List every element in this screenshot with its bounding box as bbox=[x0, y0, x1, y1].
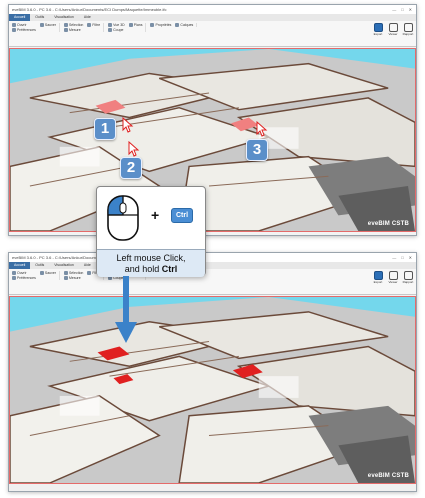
gear-icon bbox=[12, 276, 16, 280]
instruction-callout: + Ctrl Left mouse Click, and hold Ctrl bbox=[96, 186, 206, 277]
screenshot-after: eveBIM 3.6.0 - PC 3.6 - C:/Users/Ankur/D… bbox=[8, 252, 417, 492]
list-icon bbox=[150, 23, 155, 27]
export-button[interactable]: Export bbox=[373, 23, 383, 37]
tab-visualisation[interactable]: Visualisation bbox=[49, 262, 79, 269]
ribbon-item-measure[interactable]: Mesure bbox=[63, 276, 83, 280]
caption-line-2: and hold Ctrl bbox=[124, 264, 178, 274]
folder-icon bbox=[12, 271, 16, 275]
ribbon-big-buttons: Export Viewer Rapport bbox=[373, 271, 413, 285]
ruler-icon bbox=[63, 276, 68, 280]
ribbon-item-properties[interactable]: Propriétés bbox=[150, 23, 171, 27]
layers-icon bbox=[175, 23, 180, 27]
select-icon bbox=[63, 23, 68, 27]
monitor-icon bbox=[388, 271, 398, 280]
export-icon bbox=[373, 271, 383, 280]
ribbon-item-layers[interactable]: Calques bbox=[175, 23, 193, 27]
window-controls: — □ ✕ bbox=[392, 253, 416, 262]
report-icon bbox=[403, 271, 413, 280]
report-button[interactable]: Rapport bbox=[403, 271, 413, 285]
tab-outils[interactable]: Outils bbox=[30, 14, 49, 21]
select-icon bbox=[63, 271, 68, 275]
filter-icon bbox=[87, 23, 92, 27]
filter-icon bbox=[87, 271, 92, 275]
cursor-icon bbox=[122, 117, 134, 133]
mouse-icon bbox=[107, 195, 139, 241]
window-title: eveBIM 3.6.0 - PC 3.6 - C:/Users/Ankur/D… bbox=[12, 7, 167, 12]
tab-accueil[interactable]: Accueil bbox=[9, 14, 31, 21]
caption-line-1: Left mouse Click, bbox=[116, 253, 186, 263]
brand-logo: eveBIM CSTB bbox=[367, 221, 409, 227]
window-controls: — □ ✕ bbox=[392, 5, 416, 14]
tab-aide[interactable]: Aide bbox=[79, 262, 96, 269]
report-icon bbox=[403, 23, 413, 32]
section-icon bbox=[108, 28, 113, 32]
save-icon bbox=[39, 23, 44, 27]
maximize-button[interactable]: □ bbox=[401, 5, 403, 14]
minimize-button[interactable]: — bbox=[392, 253, 396, 262]
gear-icon bbox=[12, 28, 16, 32]
tab-aide[interactable]: Aide bbox=[79, 14, 96, 21]
3d-viewport[interactable]: eveBIM CSTB bbox=[9, 296, 416, 484]
ribbon-item-prefs[interactable]: Préférences bbox=[12, 276, 36, 280]
ribbon-item-section[interactable]: Coupe bbox=[108, 28, 125, 32]
viewer-button[interactable]: Viewer bbox=[388, 271, 398, 285]
ribbon: Ouvrir Sauver Préférences Sélection Filt… bbox=[9, 269, 416, 295]
ribbon-tabs: Accueil Outils Visualisation Aide bbox=[9, 14, 416, 21]
ribbon-group-file: Ouvrir Sauver Préférences bbox=[12, 271, 60, 280]
ribbon-item-filter[interactable]: Filtre bbox=[87, 23, 100, 27]
ribbon-item-save[interactable]: Sauver bbox=[39, 23, 56, 27]
cube-icon bbox=[108, 23, 113, 27]
viewer-button[interactable]: Viewer bbox=[388, 23, 398, 37]
tab-accueil[interactable]: Accueil bbox=[9, 262, 31, 269]
ribbon-item-select[interactable]: Sélection bbox=[63, 271, 83, 275]
ribbon-item-select[interactable]: Sélection bbox=[63, 23, 83, 27]
ribbon-item-prefs[interactable]: Préférences bbox=[12, 28, 36, 32]
arrow-down-icon bbox=[115, 276, 137, 343]
step-badge-2: 2 bbox=[120, 157, 142, 179]
ribbon-item-open[interactable]: Ouvrir bbox=[12, 271, 36, 275]
step-badge-3: 3 bbox=[246, 139, 268, 161]
cursor-icon bbox=[128, 141, 140, 157]
brand-logo: eveBIM CSTB bbox=[367, 473, 409, 479]
building-model[interactable] bbox=[10, 297, 415, 483]
status-bar bbox=[9, 484, 416, 491]
ribbon-item-measure[interactable]: Mesure bbox=[63, 28, 83, 32]
ribbon-tabs: Accueil Outils Visualisation Aide bbox=[9, 262, 416, 269]
tab-outils[interactable]: Outils bbox=[30, 262, 49, 269]
ribbon-group-file: Ouvrir Sauver Préférences bbox=[12, 23, 60, 32]
export-button[interactable]: Export bbox=[373, 271, 383, 285]
tab-visualisation[interactable]: Visualisation bbox=[49, 14, 79, 21]
ribbon-item-open[interactable]: Ouvrir bbox=[12, 23, 36, 27]
export-icon bbox=[373, 23, 383, 32]
plan-icon bbox=[128, 23, 133, 27]
close-button[interactable]: ✕ bbox=[409, 253, 412, 262]
building-model[interactable] bbox=[10, 49, 415, 231]
save-icon bbox=[39, 271, 44, 275]
maximize-button[interactable]: □ bbox=[401, 253, 403, 262]
ribbon-item-plans[interactable]: Plans bbox=[128, 23, 142, 27]
folder-icon bbox=[12, 23, 16, 27]
3d-viewport[interactable]: 1 2 3 eveBIM CSTB bbox=[9, 48, 416, 232]
ribbon-group-view: Vue 3D Plans Coupe bbox=[108, 23, 147, 32]
screenshot-before: eveBIM 3.6.0 - PC 3.6 - C:/Users/Ankur/D… bbox=[8, 4, 417, 236]
title-bar: eveBIM 3.6.0 - PC 3.6 - C:/Users/Ankur/D… bbox=[9, 253, 416, 262]
plus-sign: + bbox=[151, 207, 160, 223]
ribbon-group-props: Propriétés Calques bbox=[150, 23, 198, 27]
ctrl-key-icon: Ctrl bbox=[171, 208, 193, 223]
title-bar: eveBIM 3.6.0 - PC 3.6 - C:/Users/Ankur/D… bbox=[9, 5, 416, 14]
instruction-caption: Left mouse Click, and hold Ctrl bbox=[97, 249, 205, 277]
step-badge-1: 1 bbox=[94, 118, 116, 140]
minimize-button[interactable]: — bbox=[392, 5, 396, 14]
ruler-icon bbox=[63, 28, 68, 32]
ribbon-group-tools: Sélection Filtre Mesure bbox=[63, 23, 105, 32]
cursor-icon bbox=[256, 121, 268, 137]
ribbon-item-3d[interactable]: Vue 3D bbox=[108, 23, 125, 27]
report-button[interactable]: Rapport bbox=[403, 23, 413, 37]
monitor-icon bbox=[388, 23, 398, 32]
ribbon-big-buttons: Export Viewer Rapport bbox=[373, 23, 413, 37]
ribbon-item-save[interactable]: Sauver bbox=[39, 271, 56, 275]
close-button[interactable]: ✕ bbox=[409, 5, 412, 14]
ribbon: Ouvrir Sauver Préférences Sélection Filt… bbox=[9, 21, 416, 47]
